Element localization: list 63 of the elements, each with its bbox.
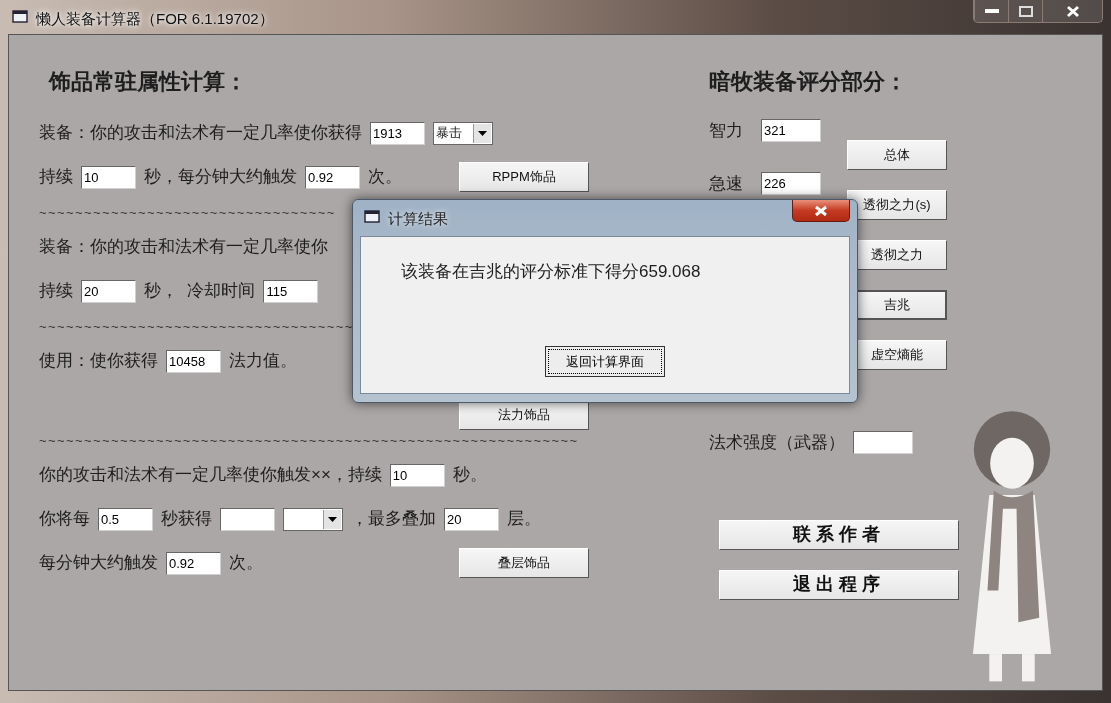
tilde-divider: ~~~~~~~~~~~~~~~~~~~~~~~~~~~~~~~~~~~ <box>39 320 354 334</box>
stat-label: 急速 <box>709 172 743 195</box>
input-field[interactable]: 20 <box>444 507 499 531</box>
input-field[interactable]: 226 <box>761 171 821 195</box>
field-label: 秒，每分钟大约触发 <box>144 166 297 189</box>
minimize-icon <box>984 9 999 13</box>
field-label: 次。 <box>368 166 402 189</box>
field-label: 法术强度（武器） <box>709 432 845 454</box>
close-button[interactable] <box>1042 0 1102 22</box>
input-field[interactable]: 0.92 <box>305 165 360 189</box>
score-button[interactable]: 透彻之力(s) <box>847 190 947 220</box>
tilde-divider: ~~~~~~~~~~~~~~~~~~~~~~~~~~~~~~~~~~~~~~~~~~~~~~~~~~~~~~~~~~~~ <box>39 434 579 448</box>
section-heading: 饰品常驻属性计算： <box>49 68 248 96</box>
input-field[interactable] <box>853 431 913 455</box>
minimize-button[interactable] <box>974 0 1008 22</box>
input-field[interactable]: 10458 <box>166 349 221 373</box>
field-label: 秒获得 <box>161 508 212 531</box>
return-button[interactable]: 返回计算界面 <box>545 346 665 377</box>
dropdown-field[interactable]: 暴击 <box>433 121 493 145</box>
dropdown-arrow-icon <box>328 516 337 522</box>
trinket-button[interactable]: RPPM饰品 <box>459 162 589 192</box>
field-label: 持续 <box>39 166 73 189</box>
field-label: 你将每 <box>39 508 90 531</box>
app-icon <box>12 9 28 23</box>
input-field[interactable]: 115 <box>263 279 319 303</box>
field-label: 秒， 冷却时间 <box>144 280 256 303</box>
field-label: ，最多叠加 <box>351 508 436 531</box>
result-message: 该装备在吉兆的评分标准下得分659.068 <box>401 261 701 283</box>
window-title: 懒人装备计算器（FOR 6.1.19702） <box>36 9 274 29</box>
field-label: 法力值。 <box>229 350 297 373</box>
input-field[interactable]: 321 <box>761 119 821 143</box>
dialog-title: 计算结果 <box>388 209 448 229</box>
close-button[interactable] <box>792 200 850 222</box>
field-label: 装备：你的攻击和法术有一定几率使你获得 <box>39 122 362 145</box>
input-field[interactable]: 10 <box>81 165 136 189</box>
dropdown-field[interactable] <box>283 507 343 531</box>
dropdown-arrow-icon <box>478 130 487 136</box>
input-field[interactable]: 1913 <box>370 121 425 145</box>
tilde-divider: ~~~~~~~~~~~~~~~~~~~~~~~~~~~~~~~~~ <box>39 206 336 220</box>
field-label: 你的攻击和法术有一定几率使你触发××，持续 <box>39 464 382 487</box>
input-field[interactable]: 0.5 <box>98 507 153 531</box>
input-field[interactable]: 10 <box>389 463 445 487</box>
input-field[interactable] <box>220 507 275 531</box>
close-icon <box>814 204 828 217</box>
field-label: 装备：你的攻击和法术有一定几率使你 <box>39 236 328 259</box>
app-icon <box>364 209 380 223</box>
action-button[interactable]: 联系作者 <box>719 519 959 550</box>
field-label: 秒。 <box>452 464 487 487</box>
close-icon <box>1065 4 1080 18</box>
field-label: 使用：使你获得 <box>39 350 158 373</box>
trinket-button[interactable]: 叠层饰品 <box>459 548 589 578</box>
field-label: 层。 <box>507 508 541 531</box>
input-field[interactable]: 20 <box>81 279 136 303</box>
stat-label: 智力 <box>709 120 743 142</box>
input-field[interactable]: 0.92 <box>166 551 221 575</box>
field-label: 次。 <box>229 552 263 575</box>
field-label: 持续 <box>39 280 73 303</box>
field-label: 每分钟大约触发 <box>39 552 158 575</box>
action-button[interactable]: 退出程序 <box>719 569 959 600</box>
score-button[interactable]: 总体 <box>847 140 947 170</box>
maximize-button[interactable] <box>1008 0 1042 22</box>
section-heading: 暗牧装备评分部分： <box>709 68 908 96</box>
maximize-icon <box>1018 5 1033 17</box>
